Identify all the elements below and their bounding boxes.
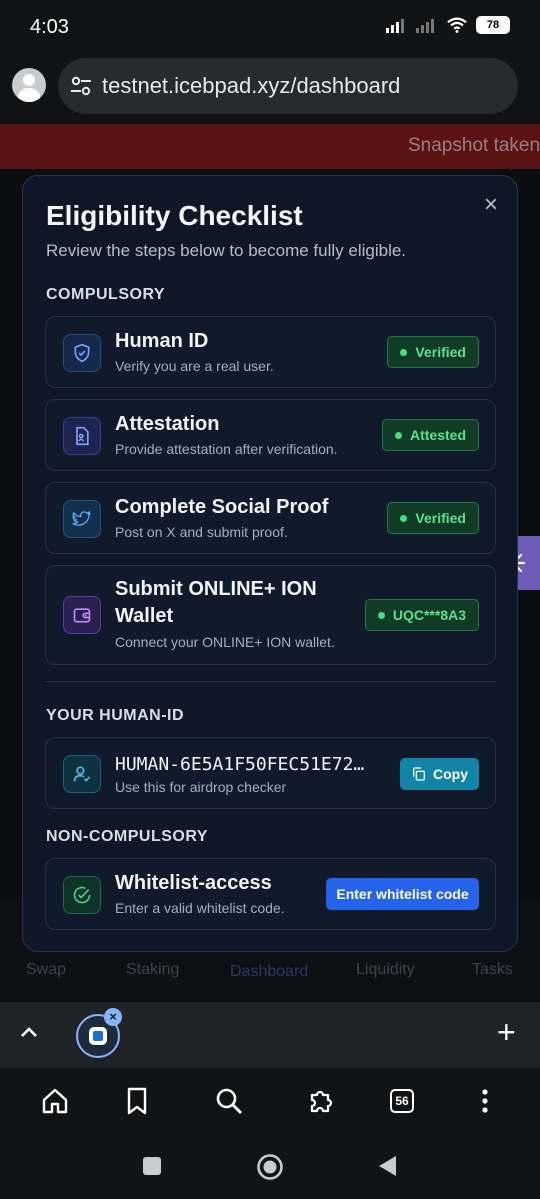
checklist-item-human-id: Human ID Verify you are a real user. Ver… [45, 316, 496, 388]
nav-staking[interactable]: Staking [126, 961, 179, 979]
check-circle-icon [63, 876, 101, 914]
home-icon [42, 1088, 68, 1114]
item-description: Verify you are a real user. [115, 358, 274, 374]
bookmark-icon [127, 1087, 147, 1115]
home-button[interactable] [39, 1085, 71, 1117]
item-title: Human ID [115, 330, 209, 352]
signal-icon [386, 19, 404, 33]
wallet-address-badge: UQC***8A3 [364, 599, 479, 631]
section-divider [45, 681, 496, 682]
copy-button[interactable]: Copy [400, 758, 479, 790]
signal-icon-2 [416, 19, 434, 33]
battery-indicator: 78 [476, 16, 510, 34]
more-vertical-icon [482, 1089, 488, 1113]
twitter-icon [63, 500, 101, 538]
puzzle-icon [310, 1090, 333, 1113]
copy-icon [413, 767, 425, 781]
wallet-icon [63, 596, 101, 634]
browser-url-row: testnet.icebpad.xyz/dashboard [0, 54, 540, 124]
back-icon[interactable] [376, 1154, 398, 1178]
human-id-description: Use this for airdrop checker [115, 779, 287, 795]
item-title: Attestation [115, 413, 220, 435]
checklist-item-wallet: Submit ONLINE+ ION Wallet Connect your O… [45, 565, 496, 665]
tab-switcher-button[interactable]: 56 [386, 1085, 418, 1117]
human-id-value: HUMAN-6E5A1F50FEC51E72… [115, 754, 365, 775]
nav-liquidity[interactable]: Liquidity [356, 961, 415, 979]
status-badge: Verified [387, 502, 479, 534]
non-compulsory-heading: NON-COMPULSORY [46, 828, 208, 845]
recents-icon[interactable] [142, 1156, 162, 1176]
checklist-item-attestation: Attestation Provide attestation after ve… [45, 399, 496, 471]
snapshot-banner: Snapshot taken [0, 124, 540, 169]
whitelist-description: Enter a valid whitelist code. [115, 900, 285, 916]
site-favicon-icon [89, 1027, 107, 1045]
item-title: Complete Social Proof [115, 496, 329, 518]
item-description: Connect your ONLINE+ ION wallet. [115, 634, 335, 650]
close-button[interactable]: × [479, 193, 503, 218]
search-icon [216, 1088, 242, 1114]
copy-label: Copy [433, 766, 468, 782]
chevron-up-icon[interactable] [18, 1022, 40, 1044]
system-navigation-bar [0, 1134, 540, 1199]
shield-icon [63, 334, 101, 372]
menu-button[interactable] [469, 1085, 501, 1117]
banner-text: Snapshot taken [408, 135, 540, 156]
profile-avatar[interactable] [12, 68, 46, 102]
human-id-heading: YOUR HUMAN-ID [46, 707, 185, 724]
search-button[interactable] [213, 1085, 245, 1117]
tab-count: 56 [390, 1089, 414, 1113]
modal-subtitle: Review the steps below to become fully e… [46, 241, 407, 260]
bookmark-button[interactable] [121, 1085, 153, 1117]
user-check-icon [63, 755, 101, 793]
item-description: Post on X and submit proof. [115, 524, 288, 540]
home-nav-icon[interactable] [256, 1153, 284, 1181]
site-settings-icon[interactable] [68, 73, 94, 99]
new-tab-button[interactable]: + [497, 1016, 516, 1048]
document-icon [63, 417, 101, 455]
eligibility-checklist-modal: × Eligibility Checklist Review the steps… [22, 175, 518, 952]
modal-title: Eligibility Checklist [46, 200, 303, 231]
address-bar[interactable]: testnet.icebpad.xyz/dashboard [58, 58, 518, 114]
whitelist-card: Whitelist-access Enter a valid whitelist… [45, 858, 496, 930]
nav-tasks[interactable]: Tasks [472, 961, 513, 979]
extensions-button[interactable] [306, 1085, 338, 1117]
status-badge: Verified [387, 336, 479, 368]
whitelist-title: Whitelist-access [115, 872, 272, 894]
nav-swap[interactable]: Swap [26, 961, 66, 979]
human-id-card: HUMAN-6E5A1F50FEC51E72… Use this for air… [45, 737, 496, 809]
tab-close-icon[interactable]: × [104, 1008, 122, 1026]
compulsory-heading: COMPULSORY [46, 286, 166, 303]
item-description: Provide attestation after verification. [115, 441, 338, 457]
status-bar: 4:03 78 [0, 0, 540, 54]
browser-tab-strip: × + [0, 1002, 540, 1068]
url-text[interactable]: testnet.icebpad.xyz/dashboard [102, 73, 400, 99]
checklist-item-social-proof: Complete Social Proof Post on X and subm… [45, 482, 496, 554]
wifi-icon [447, 17, 467, 33]
status-icons: 78 [386, 16, 510, 34]
item-title: Submit ONLINE+ ION Wallet [115, 578, 317, 627]
browser-toolbar: 56 [0, 1068, 540, 1134]
status-time: 4:03 [30, 16, 69, 38]
nav-dashboard[interactable]: Dashboard [230, 963, 308, 981]
enter-whitelist-code-button[interactable]: Enter whitelist code [326, 878, 479, 910]
status-badge: Attested [381, 419, 479, 451]
